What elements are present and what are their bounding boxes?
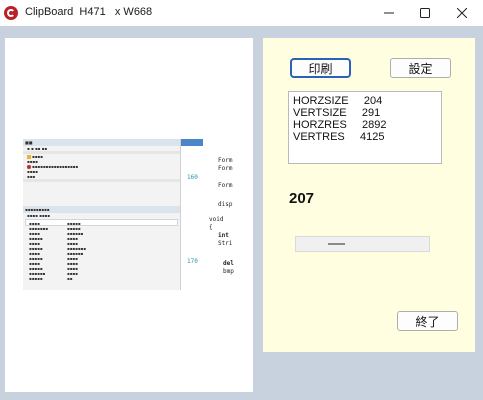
preview-code-line: disp <box>218 201 233 208</box>
preview-code-line: { <box>209 224 213 231</box>
close-icon <box>457 8 467 18</box>
preview-line-number: 160 <box>187 174 198 181</box>
preview-code-line: void <box>209 216 224 223</box>
preview-line-number: 170 <box>187 258 198 265</box>
preview-code-line: del <box>223 260 234 267</box>
scrollbar-thumb[interactable] <box>328 243 345 245</box>
close-button[interactable] <box>442 0 482 26</box>
minimize-button[interactable] <box>369 0 409 26</box>
preview-code-line: int <box>218 232 229 239</box>
preview-code-line: Form <box>218 165 233 172</box>
info-line-horzres: HORZRES 2892 <box>293 119 387 131</box>
preview-code-line: Form <box>218 182 233 189</box>
settings-button[interactable]: 設定 <box>390 58 451 78</box>
preview-code-line: Form <box>218 157 233 164</box>
print-button[interactable]: 印刷 <box>290 58 351 78</box>
app-icon[interactable] <box>4 6 18 20</box>
preview-code-line: Stri <box>218 240 233 247</box>
preview-code-line: bmp <box>223 268 234 275</box>
preview-ide-left-pane: ■■ ▪ ▪ ▪▪ ▪▪ ▪▪▪▪ ▪▪▪▪ ▪▪▪▪▪▪▪▪▪▪▪▪▪▪▪▪▪… <box>23 139 181 290</box>
exit-button[interactable]: 終了 <box>397 311 458 331</box>
minimize-icon <box>384 12 394 14</box>
clipboard-image-preview: ■■ ▪ ▪ ▪▪ ▪▪ ▪▪▪▪ ▪▪▪▪ ▪▪▪▪▪▪▪▪▪▪▪▪▪▪▪▪▪… <box>23 139 237 290</box>
title-bar[interactable]: ClipBoard H471 x W668 <box>0 0 483 26</box>
maximize-button[interactable] <box>405 0 445 26</box>
value-label: 207 <box>289 190 315 207</box>
window-title: ClipBoard H471 x W668 <box>25 6 153 18</box>
info-line-vertres: VERTRES 4125 <box>293 131 385 143</box>
device-caps-textbox[interactable]: HORZSIZE 204 VERTSIZE 291 HORZRES 2892 V… <box>288 91 442 164</box>
info-line-vertsize: VERTSIZE 291 <box>293 107 381 119</box>
horizontal-scrollbar[interactable] <box>295 236 430 252</box>
clipboard-window: ClipBoard H471 x W668 ■■ ▪ ▪ ▪▪ ▪▪ ▪▪▪▪ … <box>0 0 483 400</box>
maximize-icon <box>420 8 430 18</box>
info-line-horzsize: HORZSIZE 204 <box>293 95 383 107</box>
preview-code-pane: Form Form 160 Form disp void { int Stri … <box>181 139 237 290</box>
